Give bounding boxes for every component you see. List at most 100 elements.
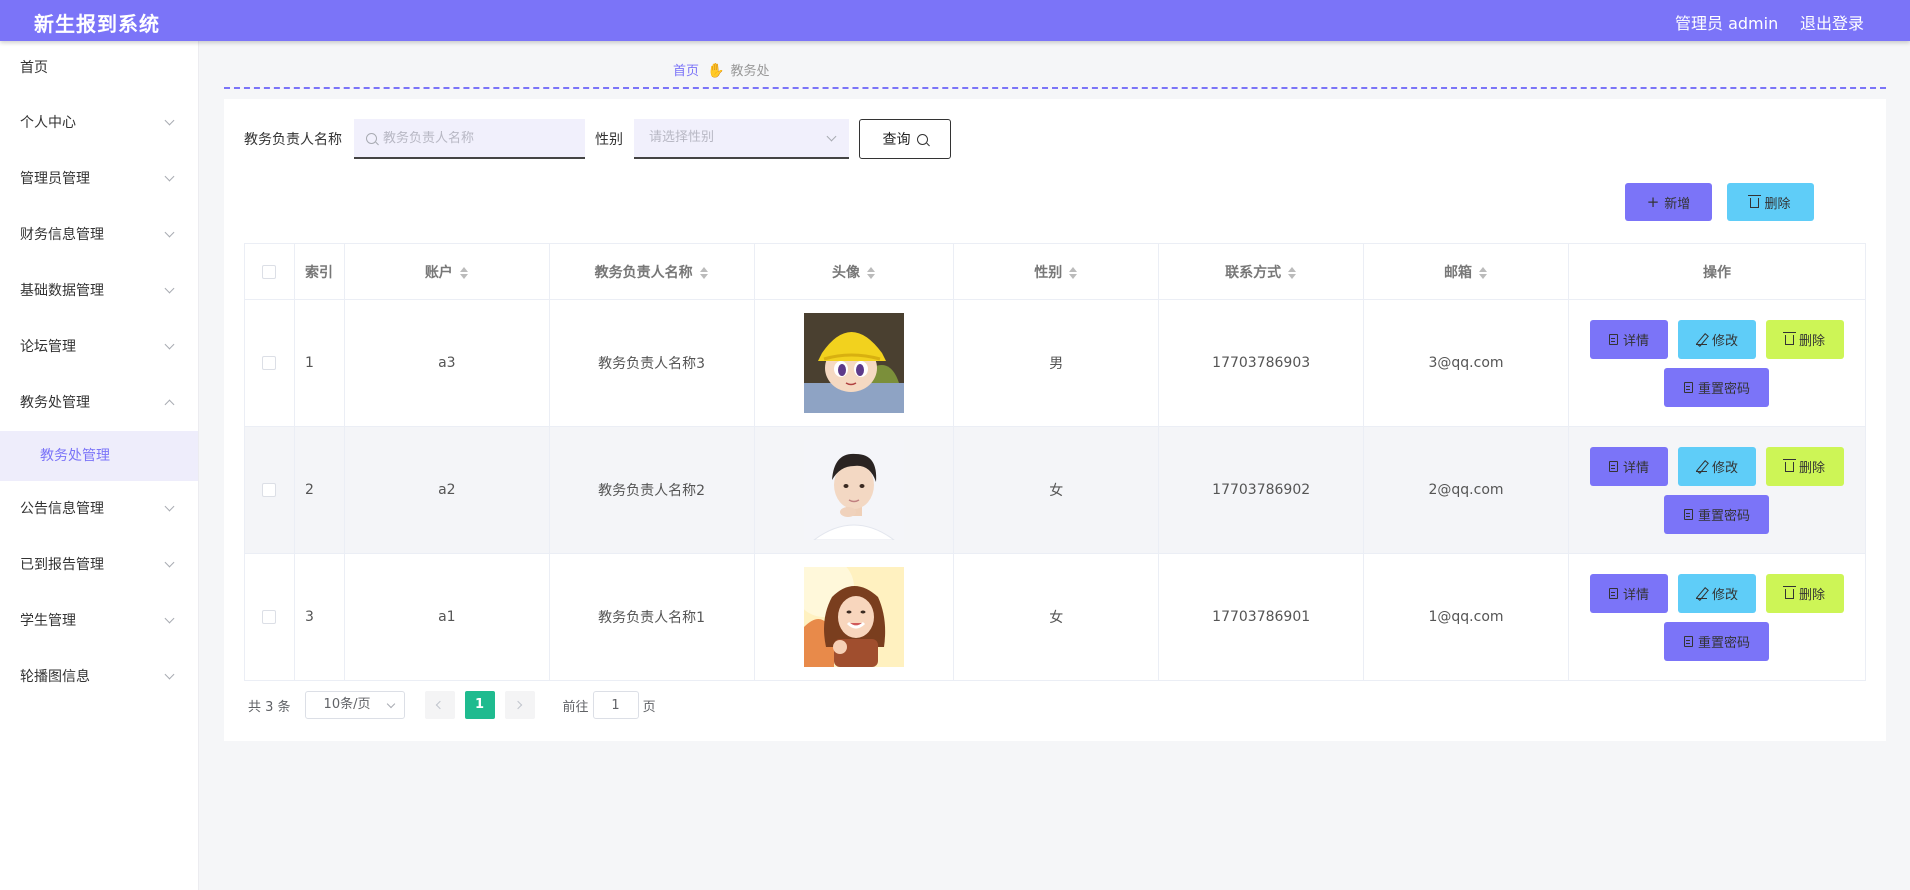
trash-icon — [1782, 586, 1796, 599]
add-button[interactable]: + 新增 — [1625, 183, 1712, 221]
sidebar-item-home[interactable]: 首页 — [0, 41, 198, 95]
edit-button[interactable]: 修改 — [1677, 446, 1756, 486]
sort-icon[interactable] — [459, 266, 469, 280]
query-button[interactable]: 查询 — [859, 119, 951, 159]
admin-user-label: 管理员 admin — [1675, 14, 1779, 33]
edit-button[interactable]: 修改 — [1677, 573, 1756, 613]
page-number-current[interactable]: 1 — [464, 691, 495, 719]
reset-password-button-label: 重置密码 — [1697, 635, 1750, 651]
sort-icon[interactable] — [866, 266, 876, 280]
chevron-down-icon — [164, 501, 175, 512]
goto-page-input[interactable] — [592, 691, 639, 719]
phone-cell: 17703786903 — [1158, 299, 1365, 427]
search-icon — [916, 133, 928, 145]
chevron-down-icon — [386, 699, 395, 709]
avatar-cell — [753, 553, 955, 681]
row-checkbox[interactable] — [262, 483, 277, 497]
page-size-select[interactable]: 10条/页 — [304, 691, 405, 719]
sidebar-item-academic-affairs[interactable]: 教务处管理 — [0, 375, 198, 431]
page-size-value: 10条/页 — [323, 697, 371, 712]
add-button-label: 新增 — [1664, 196, 1691, 212]
pagination-total: 共 3 条 — [248, 699, 291, 715]
sidebar-item-basic-data-management[interactable]: 基础数据管理 — [0, 263, 198, 319]
reset-password-button[interactable]: 重置密码 — [1664, 494, 1770, 534]
sidebar-item-label: 公告信息管理 — [20, 501, 104, 517]
name-cell: 教务负责人名称3 — [548, 299, 755, 427]
breadcrumb: 首页 ✋ 教务处 — [673, 60, 769, 79]
chevron-down-icon — [164, 227, 175, 238]
trash-icon — [1782, 332, 1796, 345]
delete-button[interactable]: 删除 — [1765, 319, 1844, 359]
name-search-field[interactable] — [354, 119, 585, 159]
document-icon — [1608, 587, 1618, 599]
search-icon — [366, 132, 377, 144]
edit-button[interactable]: 修改 — [1677, 319, 1756, 359]
chevron-down-icon — [164, 557, 175, 568]
phone-cell: 17703786901 — [1158, 553, 1365, 681]
name-cell: 教务负责人名称1 — [548, 553, 755, 681]
detail-button[interactable]: 详情 — [1589, 319, 1668, 359]
gender-filter-label: 性别 — [595, 132, 623, 148]
sidebar-subitem-academic-affairs-management[interactable]: 教务处管理 — [0, 431, 198, 481]
data-table: 索引 账户 教务负责人名称 头像 性别 联系方式 邮箱 操作 1 a3 教务负责… — [244, 243, 1867, 681]
sidebar-item-carousel-info[interactable]: 轮播图信息 — [0, 649, 198, 705]
column-header-label: 教务负责人名称 — [594, 264, 693, 281]
sidebar-item-admin-management[interactable]: 管理员管理 — [0, 151, 198, 207]
row-checkbox[interactable] — [262, 356, 277, 370]
detail-button[interactable]: 详情 — [1589, 446, 1668, 486]
batch-delete-button[interactable]: 删除 — [1727, 183, 1814, 221]
select-all-checkbox[interactable] — [262, 264, 277, 279]
sidebar-item-forum-management[interactable]: 论坛管理 — [0, 319, 198, 375]
index-cell: 3 — [293, 553, 345, 681]
breadcrumb-home-link[interactable]: 首页 — [673, 64, 699, 79]
sidebar-item-personal-center[interactable]: 个人中心 — [0, 95, 198, 151]
sidebar-item-label: 财务信息管理 — [20, 227, 104, 243]
trash-icon — [1782, 459, 1796, 472]
sort-icon[interactable] — [1068, 266, 1078, 280]
column-header-phone[interactable]: 联系方式 — [1158, 243, 1365, 300]
sidebar-item-label: 个人中心 — [20, 115, 76, 131]
next-page-button[interactable] — [504, 691, 535, 719]
sort-icon[interactable] — [1478, 266, 1488, 280]
row-select-cell — [244, 553, 295, 681]
sidebar-item-finance-management[interactable]: 财务信息管理 — [0, 207, 198, 263]
delete-button[interactable]: 删除 — [1765, 573, 1844, 613]
gender-cell: 女 — [953, 553, 1160, 681]
sidebar-item-report-management[interactable]: 已到报告管理 — [0, 537, 198, 593]
delete-button[interactable]: 删除 — [1765, 446, 1844, 486]
sidebar-item-label: 论坛管理 — [20, 339, 76, 355]
reset-password-button[interactable]: 重置密码 — [1664, 367, 1770, 407]
column-header-email[interactable]: 邮箱 — [1363, 243, 1569, 300]
detail-button[interactable]: 详情 — [1589, 573, 1668, 613]
sidebar-item-announcement-management[interactable]: 公告信息管理 — [0, 481, 198, 537]
prev-page-button[interactable] — [424, 691, 455, 719]
column-header-label: 联系方式 — [1225, 264, 1282, 281]
content-panel: 教务负责人名称 性别 请选择性别 查询 + 新增 删除 索引 账户 教务负责人名… — [224, 99, 1886, 741]
ops-cell: 详情 修改 删除 重置密码 — [1567, 299, 1867, 427]
row-checkbox[interactable] — [262, 610, 277, 624]
chevron-down-icon — [164, 613, 175, 624]
sidebar-item-student-management[interactable]: 学生管理 — [0, 593, 198, 649]
detail-button-label: 详情 — [1622, 587, 1649, 603]
account-cell: a1 — [343, 553, 550, 681]
avatar-image[interactable] — [803, 567, 904, 667]
breadcrumb-divider — [224, 87, 1886, 89]
avatar-image[interactable] — [803, 440, 904, 540]
column-header-name[interactable]: 教务负责人名称 — [548, 243, 755, 300]
name-filter-label: 教务负责人名称 — [244, 132, 342, 148]
reset-password-button[interactable]: 重置密码 — [1664, 621, 1770, 661]
column-header-gender[interactable]: 性别 — [953, 243, 1160, 300]
name-search-input[interactable] — [383, 130, 573, 146]
top-header: 新生报到系统 管理员 admin 退出登录 — [0, 0, 1910, 41]
sort-icon[interactable] — [1287, 266, 1297, 280]
sort-icon[interactable] — [699, 266, 709, 280]
logout-link[interactable]: 退出登录 — [1800, 10, 1864, 34]
column-header-avatar[interactable]: 头像 — [753, 243, 955, 300]
avatar-image[interactable] — [803, 313, 904, 413]
query-button-label: 查询 — [882, 132, 911, 148]
edit-icon — [1695, 588, 1707, 599]
gender-select[interactable]: 请选择性别 — [634, 119, 849, 159]
edit-button-label: 修改 — [1711, 587, 1738, 603]
account-cell: a2 — [343, 426, 550, 554]
column-header-account[interactable]: 账户 — [343, 243, 550, 300]
